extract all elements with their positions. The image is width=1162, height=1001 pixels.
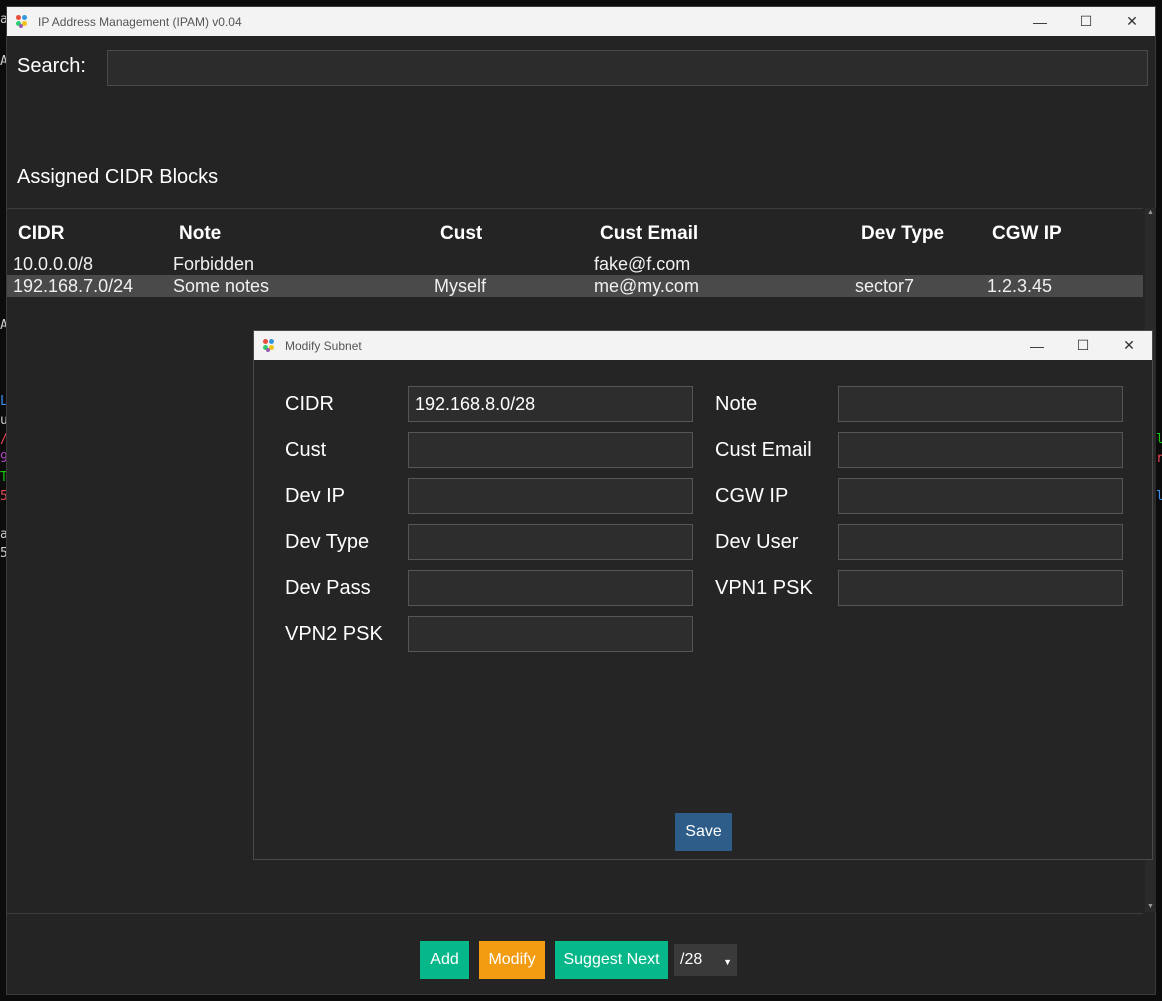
scroll-down-icon[interactable]: ▼ — [1145, 902, 1156, 912]
note-label: Note — [715, 393, 758, 415]
column-header-dev-type[interactable]: Dev Type — [861, 223, 944, 245]
cust-email-field[interactable] — [838, 432, 1123, 468]
vpn1-psk-field[interactable] — [838, 570, 1123, 606]
terminal-char: l — [1156, 489, 1162, 504]
dialog-titlebar[interactable]: Modify Subnet — ☐ ✕ — [254, 331, 1152, 360]
main-titlebar[interactable]: IP Address Management (IPAM) v0.04 — ☐ ✕ — [7, 7, 1155, 36]
minimize-icon[interactable]: — — [1017, 7, 1063, 36]
minimize-icon[interactable]: — — [1014, 331, 1060, 360]
close-icon[interactable]: ✕ — [1106, 331, 1152, 360]
close-icon[interactable]: ✕ — [1109, 7, 1155, 36]
dialog-title: Modify Subnet — [285, 338, 362, 353]
app-icon — [16, 14, 30, 29]
add-button[interactable]: Add — [420, 941, 469, 979]
dev-user-label: Dev User — [715, 531, 799, 553]
cell-cust-email: fake@f.com — [594, 254, 691, 274]
column-header-cust[interactable]: Cust — [440, 223, 482, 245]
cust-field[interactable] — [408, 432, 693, 468]
prefix-select[interactable]: /28 ▼ — [674, 944, 737, 976]
cgw-ip-label: CGW IP — [715, 485, 789, 507]
cell-cgw-ip: 1.2.3.45 — [987, 276, 1053, 296]
cell-cust: Myself — [434, 276, 487, 296]
dev-user-field[interactable] — [838, 524, 1123, 560]
table-row-selected[interactable]: 192.168.7.0/24 Some notes Myself me@my.c… — [7, 275, 1143, 297]
cell-cust-email: me@my.com — [594, 276, 699, 296]
dev-type-label: Dev Type — [285, 531, 370, 553]
terminal-char: r — [1156, 451, 1162, 466]
column-header-note[interactable]: Note — [179, 223, 221, 245]
cell-note: Forbidden — [173, 254, 255, 274]
dev-ip-field[interactable] — [408, 478, 693, 514]
section-title: Assigned CIDR Blocks — [17, 166, 219, 188]
cidr-label: CIDR — [285, 393, 334, 415]
prefix-select-value: /28 — [680, 951, 703, 968]
dev-pass-label: Dev Pass — [285, 577, 371, 599]
column-header-cidr[interactable]: CIDR — [18, 223, 64, 245]
cust-label: Cust — [285, 439, 327, 461]
search-label: Search: — [17, 55, 86, 77]
table-row[interactable]: 10.0.0.0/8 Forbidden fake@f.com — [7, 253, 1143, 275]
search-input[interactable] — [107, 50, 1148, 86]
column-header-cgw-ip[interactable]: CGW IP — [992, 223, 1062, 245]
vpn1-psk-label: VPN1 PSK — [715, 577, 813, 599]
maximize-icon[interactable]: ☐ — [1063, 7, 1109, 36]
cell-note: Some notes — [173, 276, 270, 296]
cell-cidr: 192.168.7.0/24 — [13, 276, 134, 296]
vpn2-psk-field[interactable] — [408, 616, 693, 652]
suggest-next-button[interactable]: Suggest Next — [555, 941, 668, 979]
dev-pass-field[interactable] — [408, 570, 693, 606]
chevron-down-icon: ▼ — [723, 957, 732, 967]
note-field[interactable] — [838, 386, 1123, 422]
cell-dev-type: sector7 — [855, 276, 915, 296]
dev-type-field[interactable] — [408, 524, 693, 560]
dev-ip-label: Dev IP — [285, 485, 346, 507]
cust-email-label: Cust Email — [715, 439, 812, 461]
cgw-ip-field[interactable] — [838, 478, 1123, 514]
maximize-icon[interactable]: ☐ — [1060, 331, 1106, 360]
background-terminal-right: l r l — [1156, 0, 1162, 1001]
app-icon — [263, 338, 277, 353]
modify-button[interactable]: Modify — [479, 941, 545, 979]
cidr-field[interactable]: 192.168.8.0/28 — [408, 386, 693, 422]
terminal-char: l — [1156, 432, 1162, 447]
column-header-cust-email[interactable]: Cust Email — [600, 223, 698, 245]
window-title: IP Address Management (IPAM) v0.04 — [38, 14, 242, 29]
save-button[interactable]: Save — [675, 813, 732, 851]
vpn2-psk-label: VPN2 PSK — [285, 623, 383, 645]
modify-subnet-dialog: Modify Subnet — ☐ ✕ CIDR 192.168.8.0/28 … — [253, 330, 1153, 860]
scroll-up-icon[interactable]: ▲ — [1145, 208, 1156, 218]
cell-cidr: 10.0.0.0/8 — [13, 254, 94, 274]
